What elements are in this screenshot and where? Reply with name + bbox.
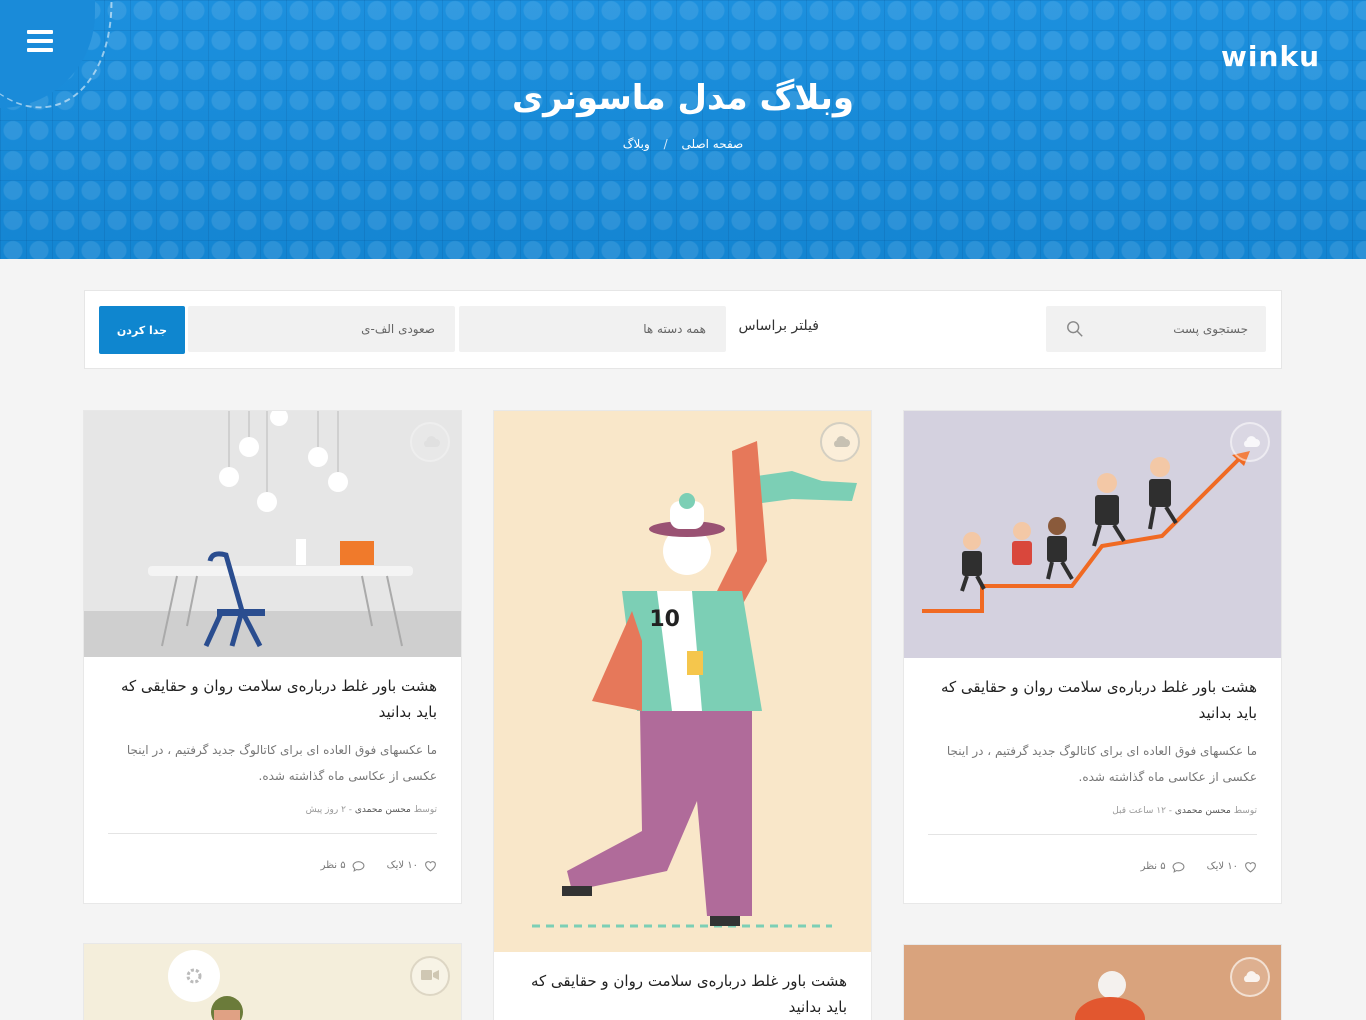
likes[interactable]: ۱۰ لایک (1207, 861, 1257, 873)
comments-count: ۵ نظر (1140, 861, 1166, 872)
comment-icon (352, 860, 365, 872)
comments-count: ۵ نظر (320, 860, 346, 871)
likes-count: ۱۰ لایک (1206, 861, 1238, 872)
breadcrumb-current: وبلاگ (622, 137, 650, 151)
category-select[interactable]: همه دسته ها (459, 306, 726, 352)
post-title[interactable]: هشت باور غلط درباره‌ی سلامت روان و حقایق… (518, 968, 847, 1020)
post-card (83, 943, 462, 1020)
post-time: - ۱۲ ساعت قبل (1112, 806, 1173, 816)
logo[interactable]: winku (1221, 40, 1320, 73)
meta-prefix: توسط (413, 805, 437, 815)
search-input[interactable] (1098, 306, 1248, 352)
post-excerpt: ما عکسهای فوق العاده ای برای کاتالوگ جدی… (946, 744, 1257, 784)
post-format-badge[interactable] (1230, 422, 1270, 462)
thinking-character-illustration (84, 944, 461, 1020)
heart-icon (425, 860, 436, 872)
post-card (903, 944, 1282, 1020)
post-card: 10 هشت باور غلط درباره‌ی سلامت روان و حق… (493, 410, 872, 1020)
post-meta: توسط محسن محمدی - ۱۲ ساعت قبل (928, 806, 1257, 816)
search-box (1046, 306, 1266, 352)
likes[interactable]: ۱۰ لایک (387, 860, 437, 872)
apply-filter-button[interactable]: جدا کردن (99, 306, 185, 354)
breadcrumb-home[interactable]: صفحه اصلی (681, 137, 743, 151)
post-image[interactable] (84, 411, 461, 657)
post-footer: ۱۰ لایک ۵ نظر (928, 834, 1257, 898)
video-icon (421, 970, 439, 980)
filter-bar: فیلتر براساس همه دسته ها صعودی الف-ی جدا… (84, 290, 1282, 369)
likes-count: ۱۰ لایک (386, 860, 418, 871)
post-author[interactable]: محسن محمدی (1175, 806, 1231, 816)
sculpture-photo (904, 945, 1281, 1020)
post-image[interactable] (84, 944, 461, 1020)
post-image[interactable] (904, 945, 1281, 1020)
breadcrumb-separator: / (663, 137, 668, 151)
post-title[interactable]: هشت باور غلط درباره‌ی سلامت روان و حقایق… (928, 674, 1257, 726)
breadcrumb: صفحه اصلی / وبلاگ (0, 137, 1366, 151)
post-format-badge[interactable] (410, 956, 450, 996)
teamwork-illustration (904, 411, 1281, 658)
page-header: winku وبلاگ مدل ماسونری صفحه اصلی / وبلا… (0, 0, 1366, 259)
post-image[interactable]: 10 (494, 411, 871, 952)
post-footer: ۱۰ لایک ۵ نظر (108, 833, 437, 897)
post-excerpt: ما عکسهای فوق العاده ای برای کاتالوگ جدی… (126, 743, 437, 783)
filter-label: فیلتر براساس (738, 318, 819, 334)
sort-select[interactable]: صعودی الف-ی (188, 306, 455, 352)
desk-lamps-photo (84, 411, 461, 657)
post-meta: توسط محسن محمدی - ۲ روز پیش (108, 805, 437, 815)
heart-icon (1245, 861, 1256, 873)
comments[interactable]: ۵ نظر (321, 860, 365, 872)
post-title[interactable]: هشت باور غلط درباره‌ی سلامت روان و حقایق… (108, 673, 437, 725)
post-format-badge[interactable] (1230, 957, 1270, 997)
football-fan-illustration: 10 (494, 411, 871, 952)
post-time: - ۲ روز پیش (305, 805, 353, 815)
post-format-badge[interactable] (820, 422, 860, 462)
post-format-badge[interactable] (410, 422, 450, 462)
cloud-icon (1244, 436, 1260, 447)
hamburger-menu-icon[interactable] (27, 30, 53, 52)
cloud-icon (424, 436, 440, 447)
page-title: وبلاگ مدل ماسونری (511, 78, 855, 118)
cloud-icon (834, 436, 850, 447)
comment-icon (1172, 861, 1185, 873)
meta-prefix: توسط (1233, 806, 1257, 816)
search-icon[interactable] (1066, 320, 1084, 338)
post-card: هشت باور غلط درباره‌ی سلامت روان و حقایق… (903, 410, 1282, 904)
post-image[interactable] (904, 411, 1281, 658)
post-author[interactable]: محسن محمدی (355, 805, 411, 815)
cloud-icon (1244, 971, 1260, 982)
post-card: هشت باور غلط درباره‌ی سلامت روان و حقایق… (83, 410, 462, 904)
svg-text:10: 10 (649, 607, 680, 632)
comments[interactable]: ۵ نظر (1141, 861, 1185, 873)
